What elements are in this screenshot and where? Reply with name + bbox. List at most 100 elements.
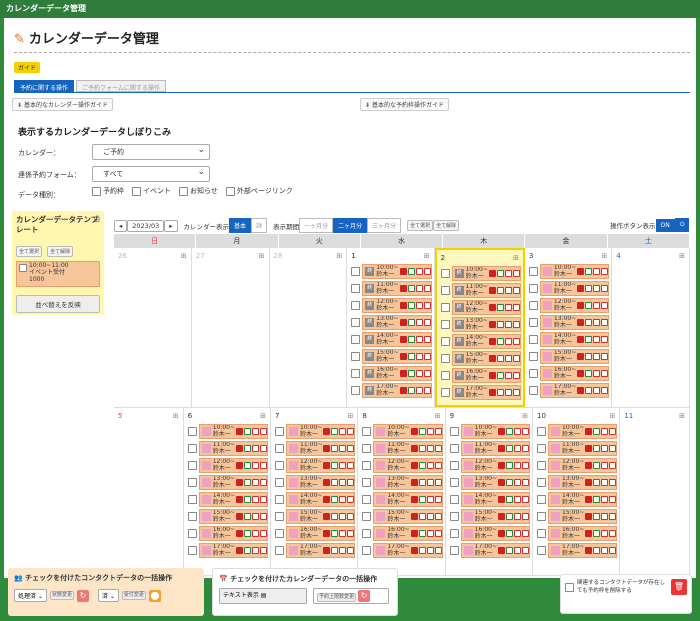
slot-event[interactable]: 終 17:00~ 鈴木一 [451,385,521,401]
slot-checkbox[interactable] [449,444,459,454]
slot-event[interactable]: 12:00~ 鈴木一 [373,458,443,474]
person-icon[interactable] [410,547,418,555]
person-icon[interactable] [577,353,585,361]
slot-event[interactable]: 10:00~ 鈴木一 [198,424,269,440]
delete-icon[interactable] [423,336,431,344]
booking-slot[interactable]: 16:00~ 鈴木一 [362,526,443,542]
reflect-order-button[interactable]: 並べ替えを反映 [16,295,100,313]
refresh-icon[interactable]: ↻ [76,589,89,602]
copy-icon[interactable] [415,353,423,361]
slot-event[interactable]: 11:00~ 鈴木一 [286,441,356,457]
slot-event[interactable]: 14:00~ 鈴木一 [539,332,610,348]
slot-checkbox[interactable] [528,369,538,379]
person-icon[interactable] [236,530,244,538]
booking-slot[interactable]: 終 14:00~ 鈴木一 [351,332,432,348]
add-icon[interactable]: ⊞ [513,254,519,262]
link-icon[interactable] [496,321,504,329]
delete-icon[interactable] [347,479,355,487]
link-icon[interactable] [418,462,426,470]
delete-icon[interactable] [522,462,529,470]
template-deselect-all[interactable]: 全て解除 [47,246,74,257]
link-icon[interactable] [407,353,415,361]
slot-checkbox[interactable] [537,529,546,539]
person-icon[interactable] [488,355,496,363]
slot-event[interactable]: 15:00~ 鈴木一 [198,509,269,525]
copy-icon[interactable] [252,496,260,504]
copy-icon[interactable] [593,336,601,344]
copy-icon[interactable] [593,370,601,378]
delete-icon[interactable] [423,387,431,395]
booking-slot[interactable]: 13:00~ 鈴木一 [537,475,618,491]
slot-checkbox[interactable] [440,388,450,398]
link-icon[interactable] [244,496,252,504]
calendar-day[interactable]: 8 ⊞ 10:00~ 鈴木一 11:00~ 鈴木一 12:00~ 鈴木一 13:00~ 鈴木一 14… [358,408,446,575]
booking-slot[interactable]: 17:00~ 鈴木一 [187,543,269,559]
link-icon[interactable] [418,513,426,521]
slot-checkbox[interactable] [275,427,285,437]
next-month-button[interactable]: ▸ [164,219,178,232]
booking-slot[interactable]: 11:00~ 鈴木一 [187,441,269,457]
delete-icon[interactable] [347,428,355,436]
copy-icon[interactable] [504,270,512,278]
slot-checkbox[interactable] [440,286,450,296]
slot-event[interactable]: 11:00~ 鈴木一 [539,281,610,297]
person-icon[interactable] [577,319,585,327]
link-icon[interactable] [585,268,593,276]
slot-event[interactable]: 16:00~ 鈴木一 [373,526,443,542]
link-icon[interactable] [244,479,252,487]
copy-icon[interactable] [514,479,521,487]
person-icon[interactable] [577,370,585,378]
link-icon[interactable] [418,445,426,453]
slot-checkbox[interactable] [440,303,450,313]
slot-event[interactable]: 15:00~ 鈴木一 [460,509,530,525]
month-select[interactable]: 2023/03 [127,219,165,232]
booking-slot[interactable]: 17:00~ 鈴木一 [449,543,530,559]
person-icon[interactable] [585,462,593,470]
copy-icon[interactable] [593,353,601,361]
slot-checkbox[interactable] [528,386,538,396]
type-slot-option[interactable]: 予約枠 [92,186,124,196]
slot-checkbox[interactable] [187,546,197,556]
booking-slot[interactable]: 12:00~ 鈴木一 [187,458,269,474]
copy-icon[interactable] [504,389,512,397]
slot-checkbox[interactable] [537,427,546,437]
booking-slot[interactable]: 終 11:00~ 鈴木一 [440,283,521,299]
link-icon[interactable] [506,428,513,436]
delete-icon[interactable] [260,496,268,504]
calendar-day[interactable]: 4 ⊞ [612,248,690,407]
copy-icon[interactable] [415,370,423,378]
link-icon[interactable] [244,462,252,470]
slot-event[interactable]: 終 15:00~ 鈴木一 [451,351,521,367]
person-icon[interactable] [498,496,505,504]
delete-icon[interactable] [260,547,268,555]
delete-icon[interactable] [522,496,529,504]
slot-checkbox[interactable] [275,478,285,488]
delete-icon[interactable] [347,445,355,453]
copy-icon[interactable] [601,445,609,453]
person-icon[interactable] [410,530,418,538]
slot-checkbox[interactable] [537,512,546,522]
slot-event[interactable]: 終 10:00~ 鈴木一 [362,264,432,280]
slot-checkbox[interactable] [449,478,459,488]
slot-checkbox[interactable] [537,495,546,505]
slot-event[interactable]: 17:00~ 鈴木一 [460,543,530,559]
type-event-option[interactable]: イベント [132,186,171,196]
booking-slot[interactable]: 10:00~ 鈴木一 [528,264,610,280]
link-icon[interactable] [585,319,593,327]
three-month-button[interactable]: 三ヶ月分 [367,218,402,233]
link-icon[interactable] [496,304,504,312]
calendar-day[interactable]: 28 ⊞ [270,248,348,407]
delete-icon[interactable] [609,530,617,538]
person-icon[interactable] [585,479,593,487]
add-icon[interactable]: ⊞ [260,412,266,420]
booking-slot[interactable]: 17:00~ 鈴木一 [528,383,610,399]
link-icon[interactable] [244,445,252,453]
delete-icon[interactable] [601,268,609,276]
copy-icon[interactable] [601,496,609,504]
copy-icon[interactable] [252,530,260,538]
add-icon[interactable]: ⊞ [609,412,615,420]
link-icon[interactable] [506,479,513,487]
slot-event[interactable]: 12:00~ 鈴木一 [198,458,269,474]
person-icon[interactable] [410,462,418,470]
template-item[interactable]: 10:00~11:00 イベント受付 1000 [16,261,100,287]
